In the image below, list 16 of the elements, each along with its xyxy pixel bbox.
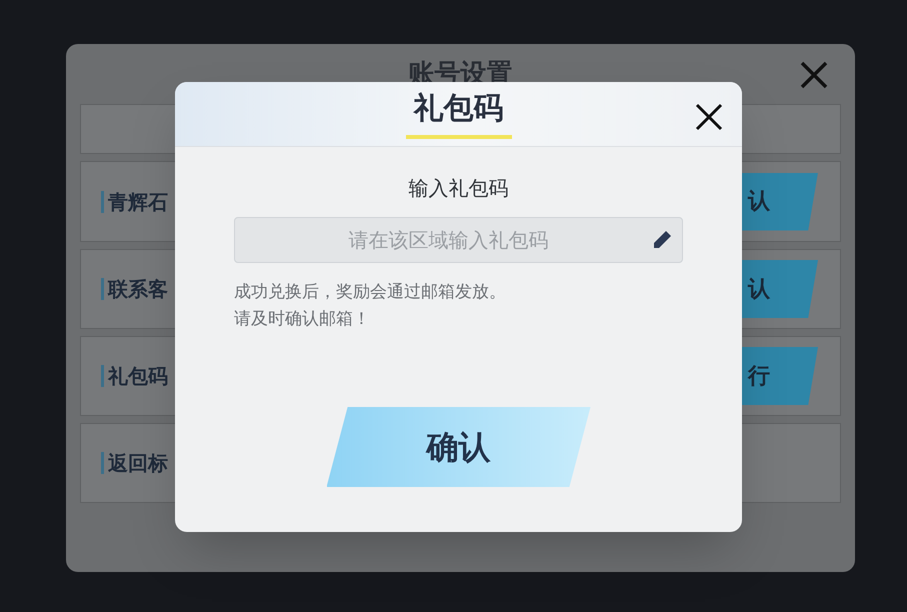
row-label: 返回标 bbox=[108, 450, 168, 477]
row-label: 青辉石 bbox=[108, 188, 168, 216]
close-icon[interactable] bbox=[694, 102, 724, 132]
note-text: 请及时确认邮箱！ bbox=[234, 308, 371, 331]
field-heading: 输入礼包码 bbox=[408, 175, 508, 202]
accent-bar bbox=[101, 452, 104, 474]
pencil-icon bbox=[651, 229, 673, 251]
dialog-title: 礼包码 bbox=[414, 90, 504, 128]
row-label: 礼包码 bbox=[108, 363, 168, 390]
accent-bar bbox=[101, 278, 104, 300]
accent-bar bbox=[101, 190, 104, 212]
accent-bar bbox=[101, 365, 104, 387]
gift-code-field[interactable]: 请在该区域输入礼包码 bbox=[234, 217, 683, 263]
row-label: 联系客 bbox=[108, 276, 168, 303]
confirm-button[interactable]: 确认 bbox=[326, 407, 590, 487]
note-text: 成功兑换后，奖励会通过邮箱发放。 bbox=[234, 281, 507, 304]
